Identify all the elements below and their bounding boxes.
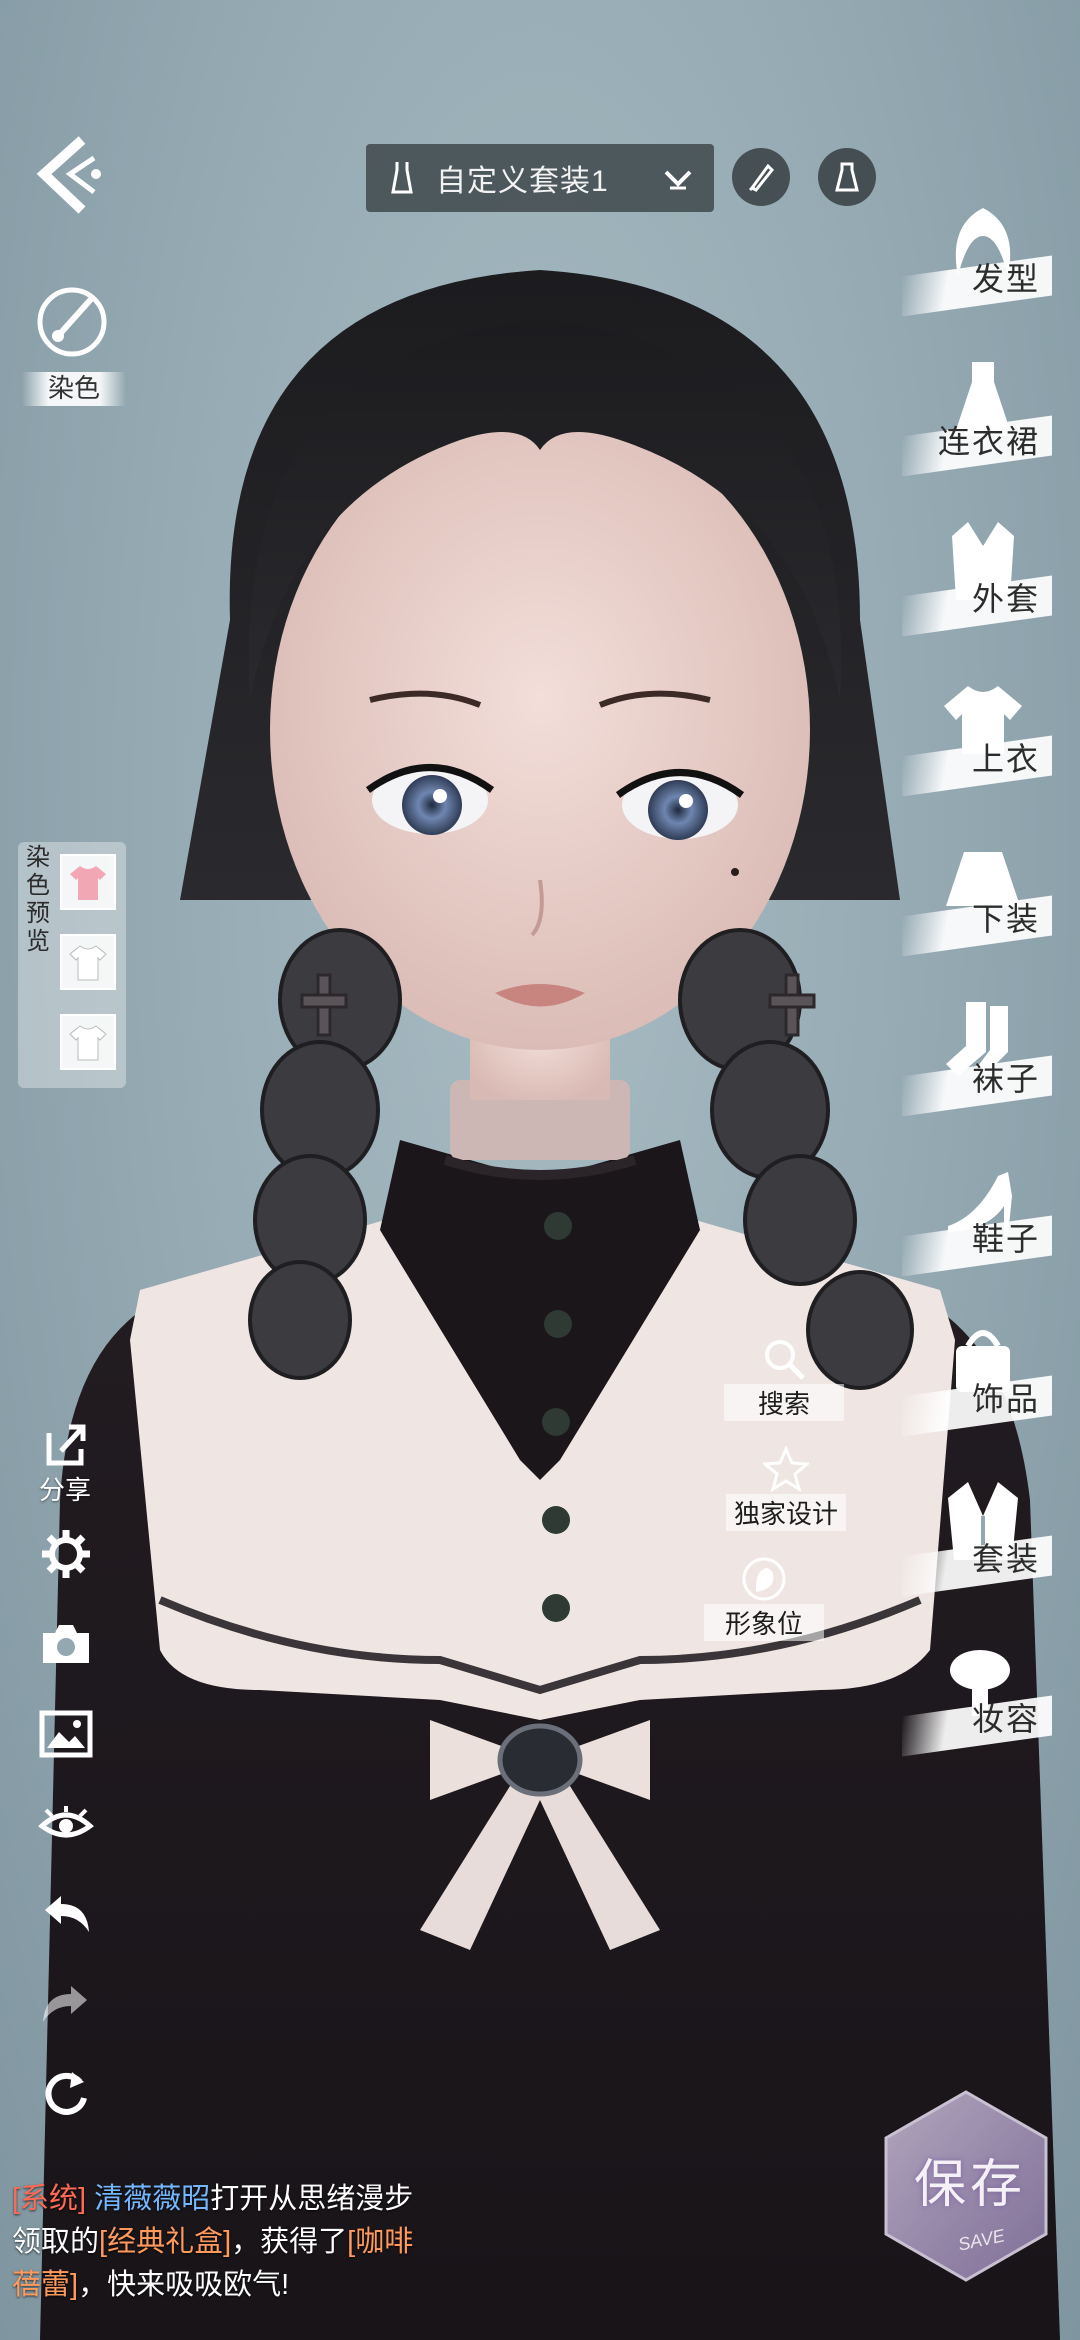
image-icon xyxy=(39,1710,93,1758)
category-accessories[interactable]: 饰品 xyxy=(902,1316,1058,1437)
category-label: 下装 xyxy=(971,900,1040,937)
category-label: 饰品 xyxy=(971,1380,1040,1417)
brush-icon xyxy=(748,163,775,192)
save-label: 保存 xyxy=(913,2157,1026,2214)
refresh-icon xyxy=(45,2072,87,2115)
dye-swatch-pink[interactable] xyxy=(60,854,116,910)
category-label: 妆容 xyxy=(971,1700,1040,1737)
settings-button[interactable] xyxy=(36,1524,96,1584)
category-label: 发型 xyxy=(971,260,1040,297)
shirt-icon xyxy=(69,945,107,981)
chat-text: ，快来吸吸欧气! xyxy=(78,2269,290,2301)
back-arrow-icon xyxy=(36,136,101,214)
dress-icon xyxy=(835,162,859,192)
image-slot-button[interactable]: 形象位 xyxy=(704,1556,824,1641)
gallery-button[interactable] xyxy=(36,1704,96,1764)
category-bottoms[interactable]: 下装 xyxy=(902,836,1058,957)
dye-preview-panel: 染色预览 xyxy=(18,842,126,1088)
shirt-icon xyxy=(70,866,106,900)
dye-preview-title: 染色预览 xyxy=(26,845,50,955)
dye-label: 染色 xyxy=(22,372,126,406)
edit-button[interactable] xyxy=(732,148,790,206)
silhouette-icon xyxy=(742,1557,786,1601)
search-label: 搜索 xyxy=(724,1384,844,1421)
category-label: 鞋子 xyxy=(971,1220,1040,1257)
category-dress[interactable]: 连衣裙 xyxy=(902,356,1058,477)
category-shoes[interactable]: 鞋子 xyxy=(902,1156,1058,1277)
category-label: 袜子 xyxy=(971,1060,1040,1097)
redo-icon xyxy=(43,1986,87,2022)
star-icon xyxy=(763,1446,809,1492)
chat-text: ，获得了 xyxy=(231,2226,348,2258)
back-button[interactable] xyxy=(30,130,110,220)
dress-icon xyxy=(391,162,413,194)
dye-swatch-white-2[interactable] xyxy=(60,1014,116,1070)
palette-brush-icon xyxy=(37,287,107,357)
category-label: 外套 xyxy=(971,580,1040,617)
redo-button[interactable] xyxy=(36,1974,96,2034)
category-hairstyle[interactable]: 发型 xyxy=(902,196,1058,317)
gear-icon xyxy=(42,1530,90,1578)
undo-button[interactable] xyxy=(36,1884,96,1944)
hide-ui-button[interactable] xyxy=(36,1794,96,1854)
shirt-icon xyxy=(69,1025,107,1061)
category-label: 上衣 xyxy=(971,740,1040,777)
system-chat-message[interactable]: [系统] 清薇薇昭打开从思绪漫步领取的[经典礼盒]，获得了[咖啡蓓蕾]，快来吸吸… xyxy=(12,2178,442,2307)
search-button[interactable]: 搜索 xyxy=(724,1336,844,1421)
category-label: 连衣裙 xyxy=(937,423,1040,460)
undo-icon xyxy=(45,1896,89,1932)
wardrobe-button[interactable] xyxy=(818,148,876,206)
outfit-name: 自定义套装1 xyxy=(436,165,609,198)
exclusive-design-label: 独家设计 xyxy=(726,1494,846,1531)
category-socks[interactable]: 袜子 xyxy=(902,996,1058,1117)
chevron-down-icon xyxy=(664,170,692,190)
reset-button[interactable] xyxy=(36,2064,96,2124)
category-top[interactable]: 上衣 xyxy=(902,676,1058,797)
share-button[interactable] xyxy=(36,1414,96,1474)
share-icon xyxy=(46,1424,86,1466)
item-link[interactable]: [经典礼盒] xyxy=(99,2226,231,2258)
camera-icon xyxy=(43,1625,89,1663)
search-icon xyxy=(765,1340,805,1380)
exclusive-design-button[interactable]: 独家设计 xyxy=(726,1446,846,1531)
camera-button[interactable] xyxy=(36,1614,96,1674)
category-makeup[interactable]: 妆容 xyxy=(902,1636,1058,1757)
outfit-selector[interactable]: 自定义套装1 xyxy=(366,144,714,212)
dye-swatch-white-1[interactable] xyxy=(60,934,116,990)
share-label: 分享 xyxy=(38,1475,91,1505)
system-tag: [系统] xyxy=(12,2183,87,2215)
save-button[interactable]: 保存 SAVE xyxy=(878,2086,1054,2286)
category-outfit-set[interactable]: 套装 xyxy=(902,1476,1058,1597)
category-coat[interactable]: 外套 xyxy=(902,516,1058,637)
image-slot-label: 形象位 xyxy=(704,1604,824,1641)
player-name[interactable]: 清薇薇昭 xyxy=(94,2183,210,2215)
eye-icon xyxy=(38,1806,94,1838)
category-label: 套装 xyxy=(971,1540,1040,1577)
dye-button[interactable]: 染色 xyxy=(22,276,126,406)
